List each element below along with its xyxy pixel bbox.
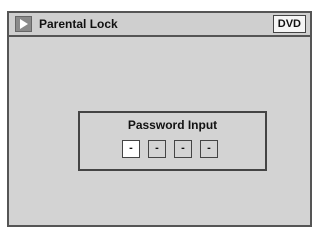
parental-lock-screen: Parental Lock DVD Password Input - - - -: [7, 11, 312, 227]
password-input-label: Password Input: [127, 118, 218, 132]
title-bar: Parental Lock DVD: [9, 13, 310, 37]
password-digit-3[interactable]: -: [174, 140, 192, 158]
password-input-dialog: Password Input - - - -: [78, 111, 267, 171]
password-digit-4[interactable]: -: [200, 140, 218, 158]
disc-type-badge: DVD: [272, 15, 306, 33]
page-title: Parental Lock: [39, 17, 118, 31]
play-icon: [15, 16, 32, 32]
password-digit-2[interactable]: -: [148, 140, 166, 158]
password-digit-1[interactable]: -: [122, 140, 140, 158]
